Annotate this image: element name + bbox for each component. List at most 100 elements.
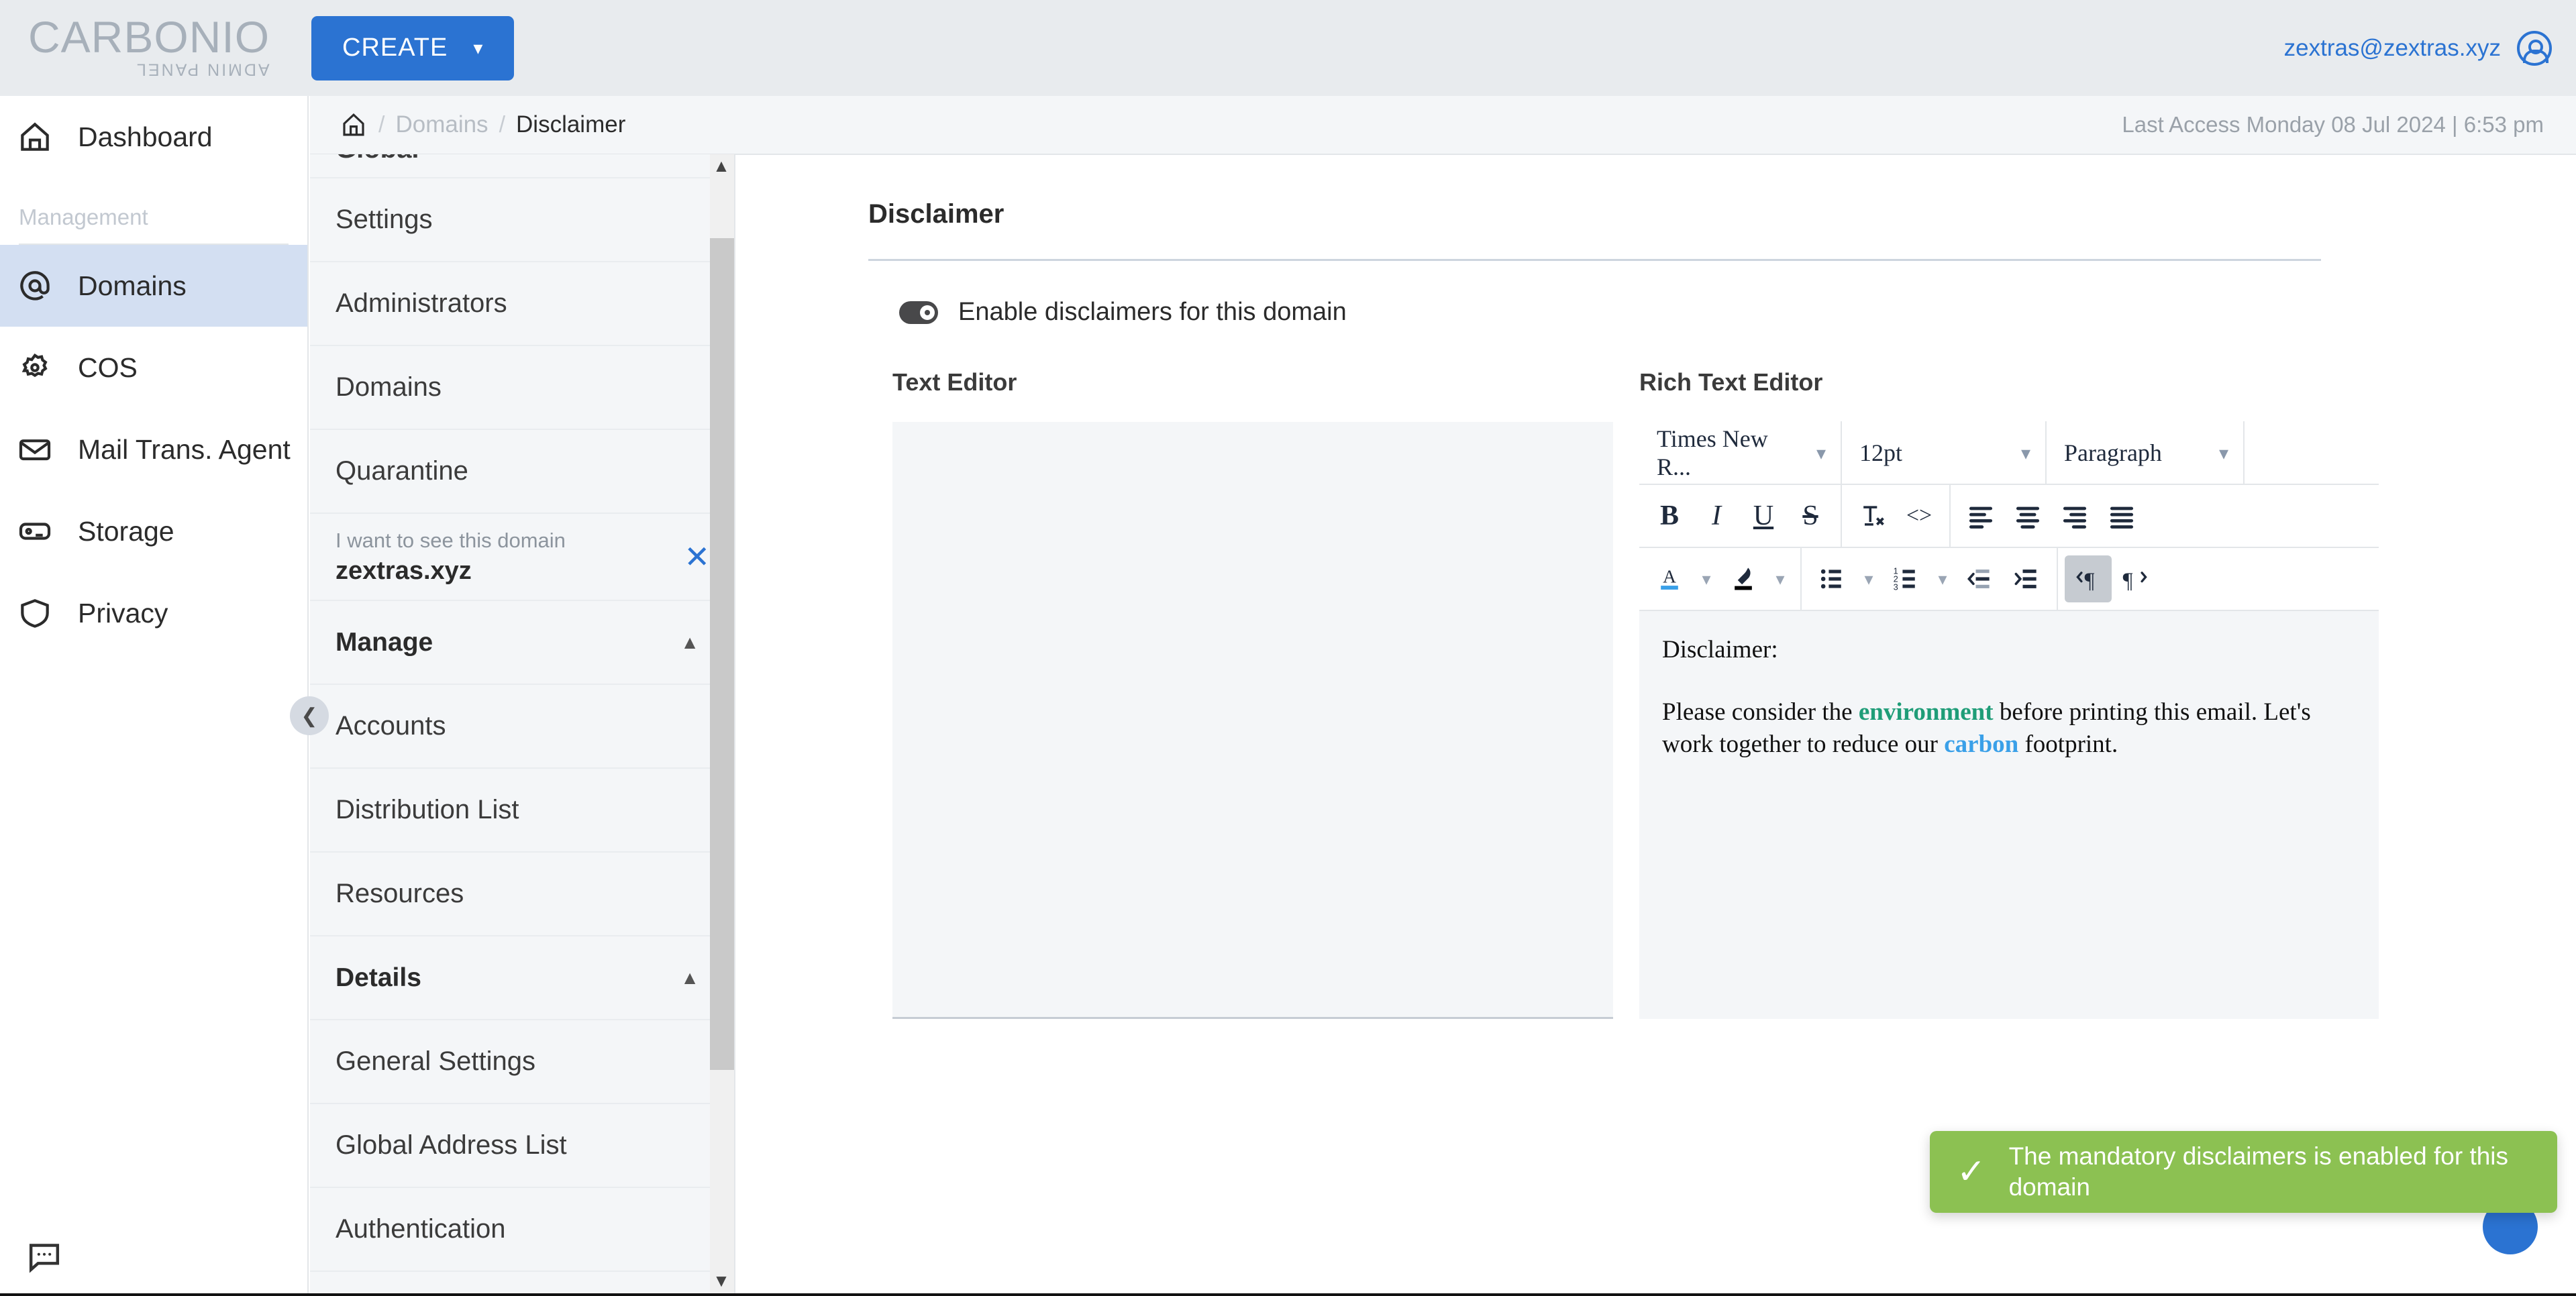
align-right-icon[interactable] xyxy=(2051,492,2098,539)
chevron-down-icon: ▾ xyxy=(473,38,484,58)
collapse-sidebar-button[interactable]: ❮ xyxy=(290,696,329,735)
disclaimer-line-2: Please consider the environment before p… xyxy=(1662,696,2356,760)
rtl-direction-icon[interactable]: ¶ xyxy=(2112,555,2159,602)
sidebar-item-domains[interactable]: Domains xyxy=(0,245,307,327)
chat-bubble-icon[interactable] xyxy=(24,1238,64,1276)
underline-icon[interactable]: U xyxy=(1740,492,1787,539)
sub-group-manage[interactable]: Manage ▲ xyxy=(310,601,734,685)
text-editor-label: Text Editor xyxy=(892,368,1017,396)
sub-item-accounts[interactable]: Accounts xyxy=(310,685,734,769)
chevron-down-icon: ▾ xyxy=(1816,442,1826,464)
check-icon: ✓ xyxy=(1957,1152,1986,1191)
rich-text-editor-body[interactable]: Disclaimer: Please consider the environm… xyxy=(1639,611,2379,1019)
sub-item-domains[interactable]: Domains xyxy=(310,346,734,430)
sub-item-distribution-list[interactable]: Distribution List xyxy=(310,769,734,853)
sidebar-item-cos[interactable]: COS xyxy=(0,327,307,409)
enable-disclaimers-label: Enable disclaimers for this domain xyxy=(958,298,1347,326)
chevron-down-icon[interactable]: ▼ xyxy=(711,1272,731,1292)
chevron-down-icon[interactable]: ▾ xyxy=(1855,555,1882,602)
top-bar: CARBONIO ADMIN PANEL CREATE ▾ zextras@ze… xyxy=(0,0,2576,96)
svg-text:¶: ¶ xyxy=(2123,569,2133,593)
sub-item-global-address-list[interactable]: Global Address List xyxy=(310,1104,734,1188)
text-color-icon[interactable]: A xyxy=(1646,555,1693,602)
sidebar-item-privacy[interactable]: Privacy xyxy=(0,572,307,654)
sidebar-item-label: COS xyxy=(78,352,138,383)
status-toast[interactable]: ✓ The mandatory disclaimers is enabled f… xyxy=(1930,1131,2557,1213)
sub-group-details[interactable]: Details ▲ xyxy=(310,936,734,1020)
rich-toolbar-row-3: A ▾ ▾ ▾ 123 ▾ ¶ ¶ xyxy=(1639,547,2379,611)
logo-secondary-text: ADMIN PANEL xyxy=(135,60,270,79)
italic-icon[interactable]: I xyxy=(1693,492,1740,539)
sidebar-item-label: Storage xyxy=(78,515,174,547)
sub-item-label: Authentication xyxy=(336,1214,506,1244)
secondary-sidebar-scrollbar[interactable]: ▲ ▼ xyxy=(710,154,734,1296)
outdent-icon[interactable] xyxy=(1956,555,2003,602)
sidebar-item-mail-trans-agent[interactable]: Mail Trans. Agent xyxy=(0,409,307,490)
create-button[interactable]: CREATE ▾ xyxy=(311,15,515,80)
toolbar-group-clear: <> xyxy=(1841,484,1949,547)
sidebar-section-label: Management xyxy=(19,205,148,229)
font-family-select[interactable]: Times New R... ▾ xyxy=(1639,421,1841,484)
toggle-on-icon[interactable] xyxy=(899,301,938,324)
user-area[interactable]: zextras@zextras.xyz xyxy=(2284,30,2552,66)
font-size-select[interactable]: 12pt ▾ xyxy=(1841,421,2045,484)
block-format-select[interactable]: Paragraph ▾ xyxy=(2045,421,2243,484)
chevron-down-icon[interactable]: ▾ xyxy=(1693,555,1720,602)
text-editor-input[interactable] xyxy=(892,422,1613,1019)
sub-item-resources[interactable]: Resources xyxy=(310,853,734,936)
sub-item-general-settings[interactable]: General Settings xyxy=(310,1020,734,1104)
user-email[interactable]: zextras@zextras.xyz xyxy=(2284,35,2501,62)
envelope-icon xyxy=(16,431,54,468)
svg-text:A: A xyxy=(1663,566,1676,587)
numbered-list-icon[interactable]: 123 xyxy=(1882,555,1929,602)
secondary-sidebar: Global Settings Administrators Domains Q… xyxy=(310,154,735,1296)
sidebar-item-label: Mail Trans. Agent xyxy=(78,433,291,465)
at-sign-icon xyxy=(16,267,54,305)
close-icon[interactable]: ✕ xyxy=(684,541,710,572)
shield-icon xyxy=(16,594,54,632)
rich-toolbar-row-1: Times New R... ▾ 12pt ▾ Paragraph ▾ xyxy=(1639,421,2379,485)
sub-item-label: Administrators xyxy=(336,288,507,318)
sub-item-settings[interactable]: Settings xyxy=(310,178,734,262)
sub-item-global-cutoff[interactable]: Global xyxy=(310,154,734,178)
chevron-down-icon[interactable]: ▾ xyxy=(1767,555,1794,602)
enable-disclaimers-row[interactable]: Enable disclaimers for this domain xyxy=(899,298,1347,327)
domain-selector[interactable]: I want to see this domain zextras.xyz ✕ xyxy=(310,514,734,601)
highlight-color-icon[interactable] xyxy=(1720,555,1767,602)
drive-icon xyxy=(16,512,54,550)
chevron-down-icon[interactable]: ▾ xyxy=(1929,555,1956,602)
chevron-up-icon: ▲ xyxy=(680,967,699,988)
sidebar-item-label: Privacy xyxy=(78,597,168,629)
breadcrumb-link-domains[interactable]: Domains xyxy=(395,111,488,138)
sidebar-item-storage[interactable]: Storage xyxy=(0,490,307,572)
chevron-down-icon: ▾ xyxy=(2218,442,2228,464)
disclaimer-line-1: Disclaimer: xyxy=(1662,636,1778,663)
clear-formatting-icon[interactable] xyxy=(1849,492,1896,539)
sub-item-quarantine[interactable]: Quarantine xyxy=(310,430,734,514)
breadcrumb-separator: / xyxy=(499,111,506,138)
sub-item-administrators[interactable]: Administrators xyxy=(310,262,734,346)
block-format-value: Paragraph xyxy=(2064,439,2162,466)
avatar[interactable] xyxy=(2517,30,2552,66)
strikethrough-icon[interactable]: S xyxy=(1787,492,1834,539)
scrollbar-thumb[interactable] xyxy=(710,238,734,1070)
logo-primary-text: CARBONIO xyxy=(28,11,270,62)
sub-item-label: Resources xyxy=(336,879,464,908)
align-left-icon[interactable] xyxy=(1957,492,2004,539)
indent-icon[interactable] xyxy=(2003,555,2050,602)
sidebar-item-dashboard[interactable]: Dashboard xyxy=(0,96,307,178)
home-icon[interactable] xyxy=(340,111,368,139)
bold-icon[interactable]: B xyxy=(1646,492,1693,539)
sub-item-label: Domains xyxy=(336,372,442,402)
chevron-up-icon[interactable]: ▲ xyxy=(711,157,731,177)
align-justify-icon[interactable] xyxy=(2098,492,2145,539)
admin-panel-page: CARBONIO ADMIN PANEL CREATE ▾ zextras@ze… xyxy=(0,0,2576,1296)
align-center-icon[interactable] xyxy=(2004,492,2051,539)
sub-item-authentication[interactable]: Authentication xyxy=(310,1188,734,1272)
bottom-edge xyxy=(0,1293,2576,1296)
source-code-icon[interactable]: <> xyxy=(1896,492,1943,539)
bullet-list-icon[interactable] xyxy=(1808,555,1855,602)
ltr-direction-icon[interactable]: ¶ xyxy=(2065,555,2112,602)
